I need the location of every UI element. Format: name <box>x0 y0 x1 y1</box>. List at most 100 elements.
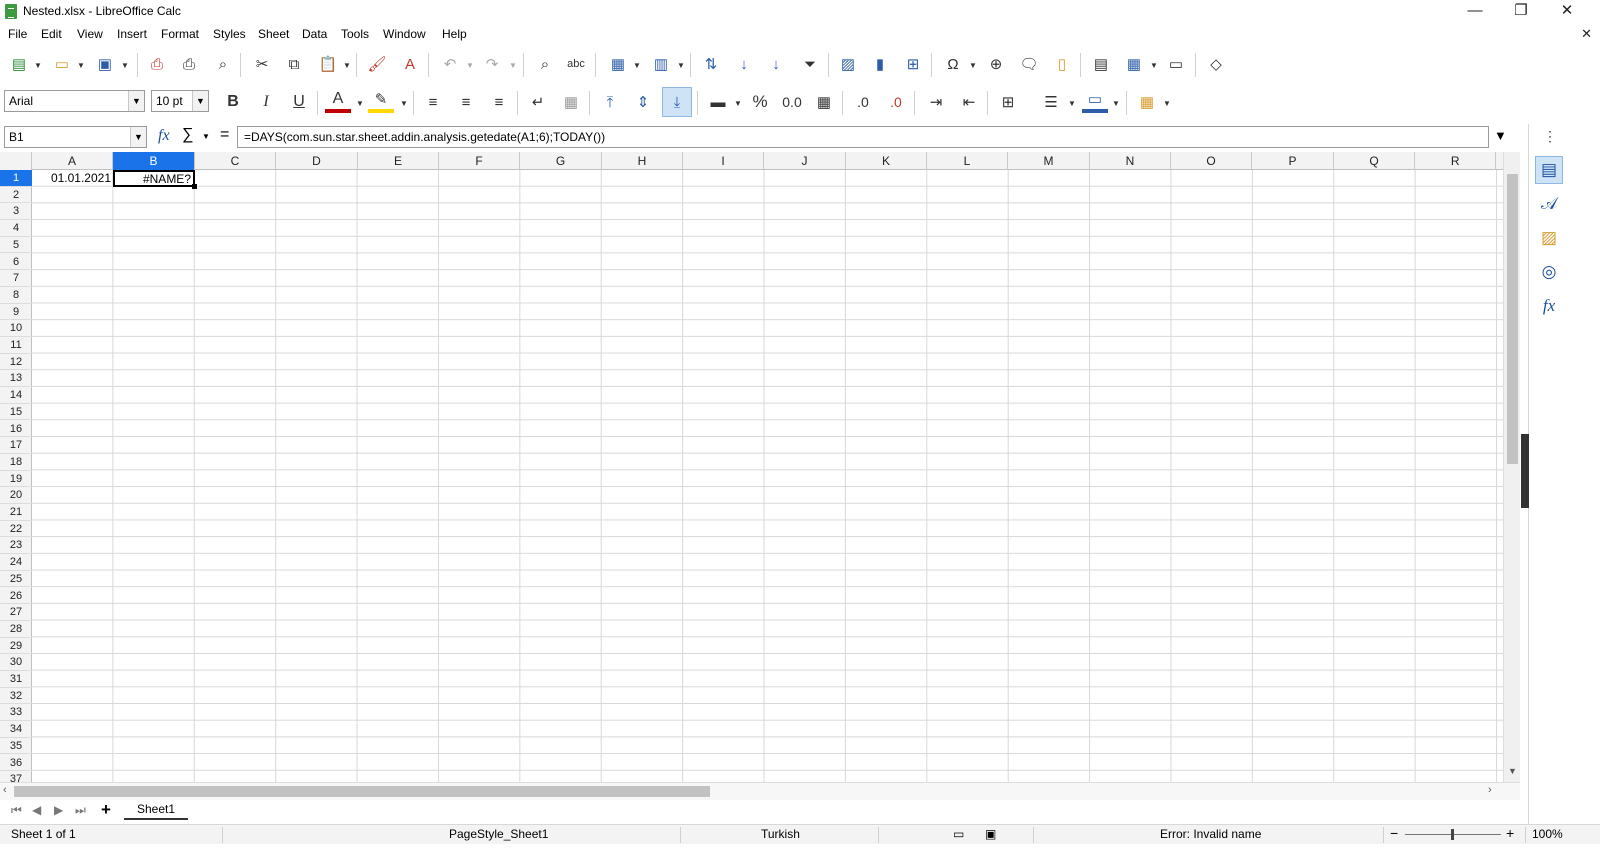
zoom-in-button[interactable]: + <box>1506 825 1514 841</box>
row-dropdown-icon[interactable]: ▼ <box>633 61 641 70</box>
scroll-right-icon[interactable]: › <box>1488 784 1492 796</box>
decrease-indent-icon[interactable]: ⇤ <box>956 89 982 115</box>
menu-styles[interactable]: Styles <box>213 27 246 41</box>
function-wizard-button[interactable]: fx <box>158 127 170 145</box>
properties-icon[interactable]: ▤ <box>1535 156 1563 184</box>
freeze-rows-columns-icon[interactable]: ▦ <box>1121 51 1147 77</box>
close-document-button[interactable]: ✕ <box>1581 26 1592 42</box>
borders-icon[interactable]: ⊞ <box>995 89 1021 115</box>
column-header-d[interactable]: D <box>276 152 358 170</box>
row-header-28[interactable]: 28 <box>0 621 32 638</box>
expand-formula-bar-icon[interactable]: ▼ <box>1494 128 1507 143</box>
language[interactable]: Turkish <box>761 827 800 841</box>
column-header-k[interactable]: K <box>846 152 927 170</box>
find-replace-icon[interactable]: ⌕ <box>532 51 558 77</box>
formula-input[interactable]: =DAYS(com.sun.star.sheet.addin.analysis.… <box>237 126 1489 148</box>
cell-b1[interactable]: #NAME? <box>113 170 197 189</box>
column-header-a[interactable]: A <box>32 152 113 170</box>
menu-view[interactable]: View <box>77 27 103 41</box>
redo-dropdown-icon[interactable]: ▼ <box>509 61 517 70</box>
horizontal-scrollbar[interactable]: ‹ › <box>0 782 1520 800</box>
split-window-icon[interactable]: ▭ <box>1163 51 1189 77</box>
column-header-r[interactable]: R <box>1415 152 1497 170</box>
date-format-icon[interactable]: ▦ <box>811 89 837 115</box>
menu-tools[interactable]: Tools <box>341 27 369 41</box>
align-center-icon[interactable]: ≡ <box>453 89 479 115</box>
paste-icon[interactable]: 📋 <box>315 51 341 77</box>
row-header-2[interactable]: 2 <box>0 187 32 204</box>
sum-dropdown-icon[interactable]: ▼ <box>202 132 210 141</box>
spelling-icon[interactable]: abc <box>563 51 589 77</box>
highlight-dropdown-icon[interactable]: ▼ <box>400 99 408 108</box>
freeze-dropdown-icon[interactable]: ▼ <box>1150 61 1158 70</box>
row-header-22[interactable]: 22 <box>0 521 32 538</box>
add-decimal-button[interactable]: .0 <box>850 89 876 115</box>
minimize-button[interactable]: — <box>1452 0 1498 24</box>
font-color-icon[interactable]: A <box>325 89 351 113</box>
page-style[interactable]: PageStyle_Sheet1 <box>449 827 548 841</box>
row-header-3[interactable]: 3 <box>0 203 32 221</box>
menu-format[interactable]: Format <box>161 27 199 41</box>
autofilter-icon[interactable]: ⏷ <box>797 51 823 77</box>
currency-format-icon[interactable]: ▬ <box>705 89 731 115</box>
row-header-30[interactable]: 30 <box>0 654 32 671</box>
menu-insert[interactable]: Insert <box>117 27 147 41</box>
column-header-f[interactable]: F <box>439 152 520 170</box>
sidebar-menu-icon[interactable]: ⋮ <box>1543 128 1557 145</box>
delete-decimal-button[interactable]: .0 <box>883 89 909 115</box>
row-header-29[interactable]: 29 <box>0 638 32 655</box>
column-header-g[interactable]: G <box>520 152 602 170</box>
row-header-5[interactable]: 5 <box>0 237 32 254</box>
redo-icon[interactable]: ↷ <box>479 51 505 77</box>
define-print-area-icon[interactable]: ▤ <box>1088 51 1114 77</box>
column-header-p[interactable]: P <box>1252 152 1334 170</box>
number-format-button[interactable]: 0.0 <box>779 89 805 115</box>
conditional-format-icon[interactable]: ▦ <box>1134 89 1160 115</box>
open-dropdown-icon[interactable]: ▼ <box>77 61 85 70</box>
scroll-down-icon[interactable]: ▼ <box>1508 766 1517 776</box>
column-header-o[interactable]: O <box>1171 152 1252 170</box>
column-header-h[interactable]: H <box>602 152 683 170</box>
copy-icon[interactable]: ⧉ <box>281 51 307 77</box>
wrap-text-icon[interactable]: ↵ <box>525 89 551 115</box>
font-name-box[interactable]: Arial ▼ <box>4 90 145 112</box>
row-header-36[interactable]: 36 <box>0 755 32 772</box>
row-header-9[interactable]: 9 <box>0 304 32 321</box>
row-header-12[interactable]: 12 <box>0 354 32 371</box>
row-header-23[interactable]: 23 <box>0 537 32 555</box>
menu-edit[interactable]: Edit <box>41 27 62 41</box>
styles-icon[interactable]: 𝒜 <box>1535 190 1563 218</box>
zoom-level[interactable]: 100% <box>1532 827 1563 841</box>
previous-sheet-icon[interactable]: ◀ <box>32 803 41 817</box>
align-bottom-icon[interactable]: ⤓ <box>662 87 692 117</box>
border-style-icon[interactable]: ☰ <box>1038 89 1064 115</box>
column-header-b[interactable]: B <box>113 152 195 170</box>
last-sheet-icon[interactable]: ⏭ <box>75 803 86 818</box>
conditional-format-dropdown-icon[interactable]: ▼ <box>1163 99 1171 108</box>
row-header-34[interactable]: 34 <box>0 721 32 738</box>
save-icon[interactable]: ▣ <box>92 51 118 77</box>
scroll-left-icon[interactable]: ‹ <box>3 784 7 796</box>
font-size-box[interactable]: 10 pt ▼ <box>151 90 209 112</box>
row-header-37[interactable]: 37 <box>0 771 32 782</box>
menu-data[interactable]: Data <box>302 27 327 41</box>
column-header-q[interactable]: Q <box>1334 152 1415 170</box>
row-header-31[interactable]: 31 <box>0 671 32 688</box>
next-sheet-icon[interactable]: ▶ <box>54 803 63 817</box>
italic-button[interactable]: I <box>253 89 279 115</box>
document-modified-icon[interactable]: ▣ <box>985 827 996 841</box>
row-header-18[interactable]: 18 <box>0 454 32 471</box>
print-preview-icon[interactable]: ⌕ <box>210 51 236 77</box>
insert-chart-icon[interactable]: ▮ <box>867 51 893 77</box>
close-window-button[interactable]: ✕ <box>1544 0 1590 24</box>
selection-mode-icon[interactable]: ▭ <box>953 827 964 841</box>
column-header-j[interactable]: J <box>764 152 846 170</box>
vertical-scroll-thumb[interactable] <box>1507 174 1518 464</box>
row-icon[interactable]: ▦ <box>605 51 631 77</box>
functions-icon[interactable]: fx <box>1535 292 1563 320</box>
align-right-icon[interactable]: ≡ <box>486 89 512 115</box>
column-header-c[interactable]: C <box>195 152 276 170</box>
cell-a1[interactable]: 01.01.2021 <box>32 170 113 187</box>
column-header-m[interactable]: M <box>1008 152 1090 170</box>
row-header-1[interactable]: 1 <box>0 170 32 187</box>
